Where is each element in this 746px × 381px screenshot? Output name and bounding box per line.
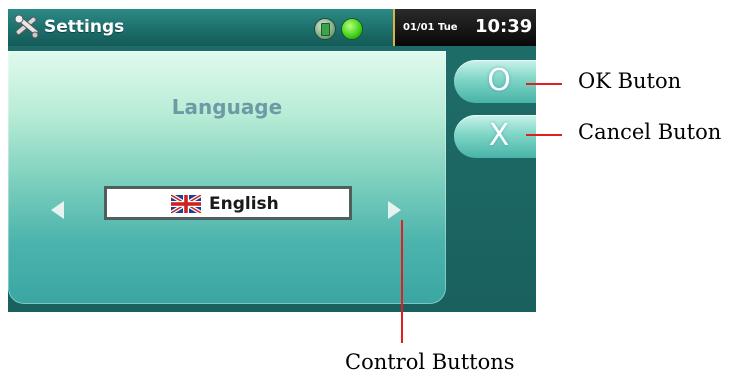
ok-button[interactable]: O: [454, 60, 536, 103]
language-selector[interactable]: English: [104, 186, 352, 220]
language-panel: Language English: [8, 51, 446, 304]
controls-callout-label: Control Buttons: [345, 350, 515, 374]
cancel-callout-line: [526, 134, 562, 136]
title-bar: Settings 01/01 Tue 10:39: [8, 9, 536, 46]
cancel-callout-label: Cancel Buton: [578, 120, 722, 144]
clock-panel: 01/01 Tue 10:39: [393, 9, 536, 46]
cancel-button[interactable]: X: [454, 115, 536, 158]
ok-callout-line: [526, 83, 562, 85]
date-label: 01/01 Tue: [403, 22, 458, 33]
uk-flag-icon: [171, 195, 201, 213]
ok-callout-label: OK Buton: [578, 69, 682, 93]
panel-heading: Language: [171, 95, 283, 119]
window-title: Settings: [44, 17, 125, 37]
triangle-left-icon[interactable]: [51, 201, 64, 219]
cancel-glyph: X: [488, 118, 510, 153]
controls-callout-line: [401, 220, 403, 343]
ok-glyph: O: [487, 63, 511, 98]
tools-icon: [14, 14, 39, 39]
battery-icon: [314, 18, 336, 40]
time-label: 10:39: [475, 16, 533, 37]
device-screen: Settings 01/01 Tue 10:39 Language Englis…: [8, 9, 536, 312]
signal-icon: [341, 18, 363, 40]
triangle-right-icon[interactable]: [388, 201, 401, 219]
selected-language: English: [209, 194, 279, 214]
